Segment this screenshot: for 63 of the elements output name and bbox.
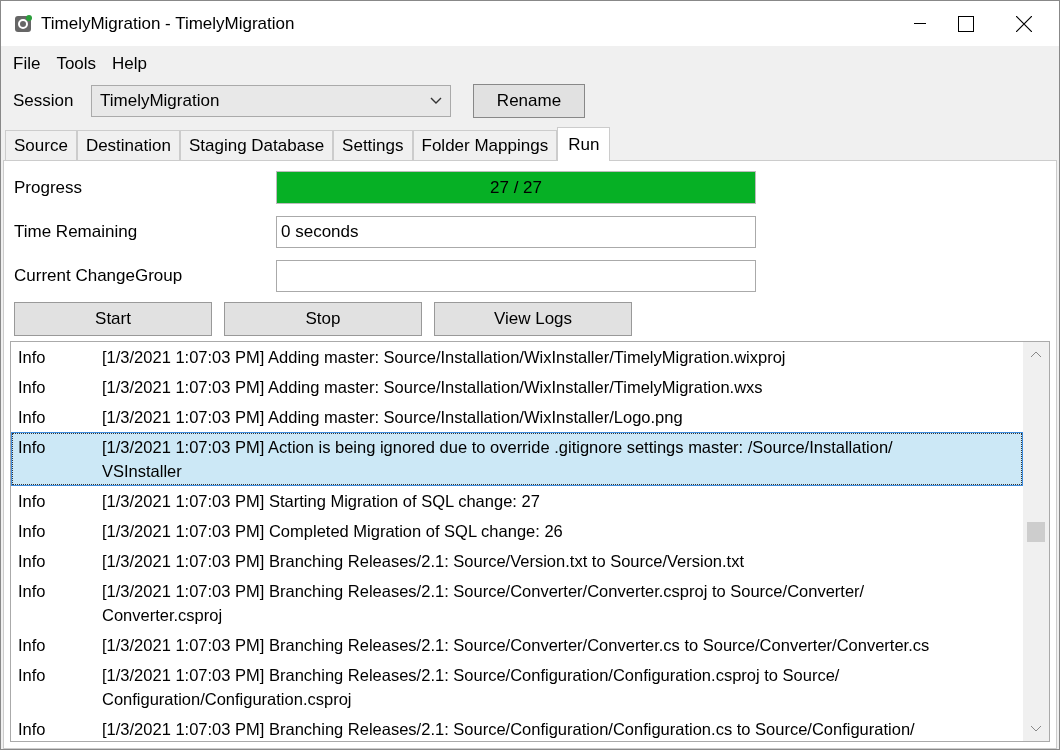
log-row[interactable]: Info [1/3/2021 1:07:03 PM] Branching Releases/2.1: Source/Version.txt to Source/Version.txt — [11, 546, 1023, 576]
action-button[interactable]: View Logs — [434, 302, 632, 336]
log-level: Info — [17, 437, 47, 458]
log-message: [1/3/2021 1:07:03 PM] Branching Releases/2.1: Source/Converter/Converter.cs to Source/Converter/Converter.cs — [102, 635, 931, 656]
log-row[interactable]: Info [1/3/2021 1:07:03 PM] Action is being ignored due to override .gitignore settings master: /Source/Installation/ VSInstaller — [11, 432, 1023, 486]
progress-reading: 27 / 27 — [489, 176, 543, 199]
menu-item[interactable]: Help — [104, 51, 156, 77]
maximize-icon — [958, 15, 974, 32]
change-group-label: Current ChangeGroup — [14, 265, 184, 288]
minimize-icon — [914, 22, 926, 25]
tab[interactable]: Run — [557, 127, 611, 161]
menu-item[interactable]: File — [5, 51, 49, 77]
tab[interactable]: Folder Mappings — [412, 130, 558, 160]
time-remaining-field[interactable]: 0 seconds — [276, 216, 756, 248]
tab[interactable]: Destination — [76, 130, 180, 160]
log-row[interactable]: Info [1/3/2021 1:07:03 PM] Branching Releases/2.1: Source/Configuration/Configuration.cs to Source/Configuration/ — [11, 714, 1023, 741]
log-level: Info — [17, 719, 47, 740]
log-row[interactable]: Info [1/3/2021 1:07:03 PM] Branching Releases/2.1: Source/Converter/Converter.csproj to Source/Converter/ Converter.csproj — [11, 576, 1023, 630]
action-button[interactable]: Stop — [224, 302, 422, 336]
tab[interactable]: Settings — [333, 130, 413, 160]
scroll-thumb[interactable] — [1027, 522, 1045, 542]
log-message: [1/3/2021 1:07:03 PM] Completed Migration of SQL change: 26 — [102, 521, 564, 542]
log-message: [1/3/2021 1:07:03 PM] Branching Releases/2.1: Source/Version.txt to Source/Version.txt — [102, 551, 746, 572]
log-message: [1/3/2021 1:07:03 PM] Starting Migration of SQL change: 27 — [102, 491, 541, 512]
log-row[interactable]: Info [1/3/2021 1:07:03 PM] Starting Migration of SQL change: 27 — [11, 486, 1023, 516]
log-level: Info — [17, 347, 47, 368]
log-row[interactable]: Info [1/3/2021 1:07:03 PM] Adding master: Source/Installation/WixInstaller/TimelyMigration.wxs — [11, 372, 1023, 402]
log-row[interactable]: Info [1/3/2021 1:07:03 PM] Adding master: Source/Installation/WixInstaller/Logo.png — [11, 402, 1023, 432]
log-row[interactable]: Info [1/3/2021 1:07:03 PM] Adding master: Source/Installation/WixInstaller/TimelyMigration.wixproj — [11, 342, 1023, 372]
session-label: Session — [13, 90, 75, 113]
tab[interactable]: Source — [5, 130, 77, 160]
scrollbar[interactable] — [1023, 342, 1049, 741]
tab[interactable]: Staging Database — [179, 130, 334, 160]
log-message: [1/3/2021 1:07:03 PM] Branching Releases/2.1: Source/Converter/Converter.csproj to Source/Converter/ Converter.csproj — [102, 581, 866, 626]
rename-button[interactable]: Rename — [473, 84, 585, 118]
close-icon — [1016, 15, 1032, 32]
window-title: TimelyMigration - TimelyMigration — [41, 12, 295, 35]
log-level: Info — [17, 491, 47, 512]
time-remaining-label: Time Remaining — [14, 221, 139, 244]
change-group-field[interactable] — [276, 260, 756, 292]
log-row[interactable]: Info [1/3/2021 1:07:03 PM] Branching Releases/2.1: Source/Converter/Converter.cs to Source/Converter/Converter.cs — [11, 630, 1023, 660]
log-row[interactable]: Info [1/3/2021 1:07:03 PM] Branching Releases/2.1: Source/Configuration/Configuration.csproj to Source/ Configuration/Configuration.csproj — [11, 660, 1023, 714]
log-message: [1/3/2021 1:07:03 PM] Branching Releases/2.1: Source/Configuration/Configuration.csproj to Source/ Configuration/Configuration.csproj — [102, 665, 841, 710]
action-button[interactable]: Start — [14, 302, 212, 336]
log-message: [1/3/2021 1:07:03 PM] Adding master: Source/Installation/WixInstaller/TimelyMigration.wixproj — [102, 347, 787, 368]
log-level: Info — [17, 377, 47, 398]
log-message: [1/3/2021 1:07:03 PM] Adding master: Source/Installation/WixInstaller/TimelyMigration.wxs — [102, 377, 764, 398]
log-level: Info — [17, 551, 47, 572]
menu-item[interactable]: Tools — [48, 51, 105, 77]
log-level: Info — [17, 407, 47, 428]
log-level: Info — [17, 665, 47, 686]
log-level: Info — [17, 581, 47, 602]
log-message: [1/3/2021 1:07:03 PM] Branching Releases/2.1: Source/Configuration/Configuration.cs to Source/Configuration/ — [102, 719, 916, 740]
log-message: [1/3/2021 1:07:03 PM] Adding master: Source/Installation/WixInstaller/Logo.png — [102, 407, 684, 428]
log-message: [1/3/2021 1:07:03 PM] Action is being ignored due to override .gitignore settings master: /Source/Installation/ VSInstaller — [102, 437, 894, 482]
log-level: Info — [17, 521, 47, 542]
session-dropdown[interactable]: TimelyMigration — [91, 85, 451, 117]
scroll-down-icon — [1030, 725, 1042, 733]
log-row[interactable]: Info [1/3/2021 1:07:03 PM] Completed Migration of SQL change: 26 — [11, 516, 1023, 546]
chevron-down-icon — [430, 97, 442, 105]
log-level: Info — [17, 635, 47, 656]
progress-label: Progress — [14, 176, 84, 199]
scroll-up-icon — [1030, 350, 1042, 358]
